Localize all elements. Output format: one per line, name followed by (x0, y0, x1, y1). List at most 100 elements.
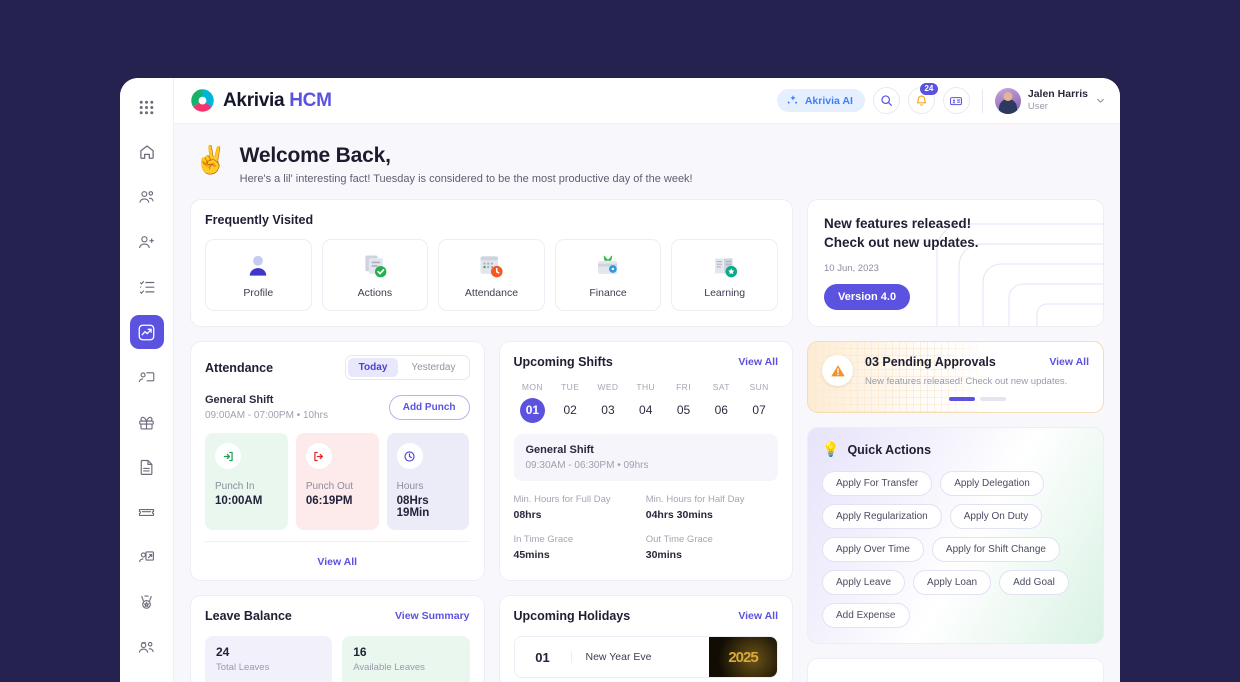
upcoming-holidays-header: Upcoming Holidays View All (514, 609, 779, 623)
fv-item-attendance[interactable]: Attendance (438, 239, 545, 311)
stat-key: In Time Grace (513, 534, 574, 545)
notifications-button[interactable]: 24 (907, 82, 939, 114)
holiday-thumbnail: 2025 (709, 637, 777, 677)
page-background: Akrivia HCM Akrivia AI 24 Jalen Harris U… (0, 0, 1240, 682)
attendance-shift-line: General Shift 09:00AM - 07:00PM • 10hrs … (205, 394, 470, 421)
chip-add-goal[interactable]: Add Goal (999, 570, 1069, 596)
chip-add-expense[interactable]: Add Expense (822, 603, 910, 629)
sidebar-item-training[interactable] (130, 360, 164, 394)
punch-out-tile[interactable]: Punch Out 06:19PM (295, 433, 379, 530)
attendance-shifts-row: Attendance Today Yesterday General Shift (190, 341, 793, 581)
sidebar-item-apps[interactable] (130, 90, 164, 124)
lightbulb-icon: 💡 (822, 441, 840, 458)
day-sun[interactable]: SUN 07 (740, 382, 778, 423)
search-button[interactable] (872, 87, 900, 114)
day-sat[interactable]: SAT 06 (702, 382, 740, 423)
sidebar-item-team[interactable] (130, 630, 164, 664)
stat-min-hours-full-day: Min. Hours for Full Day 08hrs (514, 494, 646, 521)
bell-icon (916, 95, 927, 106)
punch-label: Punch Out (305, 481, 354, 492)
attendance-title: Attendance (205, 360, 274, 375)
upcoming-holidays-view-all-link[interactable]: View All (738, 610, 778, 622)
dashboard-columns: Frequently Visited Profile Actions Atten… (190, 199, 1104, 682)
hours-tile[interactable]: Hours 08Hrs 19Min (386, 433, 470, 530)
news-version-button[interactable]: Version 4.0 (824, 284, 911, 311)
holiday-row[interactable]: 01 New Year Eve 2025 (513, 636, 778, 678)
fv-label: Finance (589, 286, 627, 299)
fv-label: Profile (243, 286, 274, 299)
quick-actions-chip-list: Apply For Transfer Apply Delegation Appl… (822, 471, 1089, 629)
user-menu[interactable]: Jalen Harris User (994, 87, 1106, 114)
attendance-shift-info: General Shift 09:00AM - 07:00PM • 10hrs (205, 394, 328, 421)
clock-icon (396, 443, 423, 469)
attendance-footer: View All (205, 541, 470, 570)
frequently-visited-title: Frequently Visited (205, 213, 314, 227)
pending-approvals-view-all-link[interactable]: View All (1049, 356, 1089, 368)
attendance-view-all-link[interactable]: View All (317, 556, 357, 568)
day-thu[interactable]: THU 04 (627, 382, 665, 423)
toggle-yesterday[interactable]: Yesterday (400, 358, 466, 377)
chip-apply-for-transfer[interactable]: Apply For Transfer (822, 471, 933, 497)
chip-apply-on-duty[interactable]: Apply On Duty (949, 504, 1043, 530)
day-fri[interactable]: FRI 05 (665, 382, 703, 423)
attendance-icon (477, 252, 505, 280)
chip-apply-over-time[interactable]: Apply Over Time (822, 537, 924, 563)
sidebar-item-separation[interactable] (130, 675, 164, 682)
topbar: Akrivia HCM Akrivia AI 24 Jalen Harris U… (174, 78, 1120, 124)
chevron-down-icon (1097, 98, 1104, 103)
selected-shift-time: 09:30AM - 06:30PM • 09hrs (525, 460, 649, 471)
carousel-dot-1[interactable] (948, 397, 975, 402)
day-number: 03 (601, 403, 615, 417)
fv-item-learning[interactable]: Learning (671, 239, 778, 311)
sidebar-item-tasks[interactable] (130, 270, 164, 304)
upcoming-shifts-title: Upcoming Shifts (513, 355, 613, 369)
chip-apply-loan[interactable]: Apply Loan (913, 570, 992, 596)
fv-item-finance[interactable]: Finance (554, 239, 662, 311)
carousel-dots (865, 397, 1089, 402)
learning-icon (711, 252, 739, 280)
sidebar-item-analytics[interactable] (129, 315, 164, 349)
pending-approvals-subtitle: New features released! Check out new upd… (865, 376, 1068, 388)
id-card-icon (950, 96, 963, 105)
sidebar-item-documents[interactable] (130, 450, 164, 484)
news-date: 10 Jun, 2023 (824, 263, 879, 275)
topbar-divider (981, 88, 983, 113)
frequently-visited-list: Profile Actions Attendance Finance Learn… (205, 239, 778, 311)
leave-holidays-row: Leave Balance View Summary 24 Total Leav… (190, 595, 793, 682)
day-tue[interactable]: TUE 02 (551, 382, 589, 423)
sidebar-item-recruitment[interactable] (130, 225, 164, 259)
punch-in-tile[interactable]: Punch In 10:00AM (205, 433, 288, 530)
sidebar-item-awards[interactable] (130, 585, 164, 619)
search-icon (881, 95, 892, 106)
akrivia-ai-button[interactable]: Akrivia AI (776, 89, 865, 112)
day-wed[interactable]: WED 03 (589, 382, 627, 423)
toggle-today[interactable]: Today (347, 358, 399, 377)
id-card-button[interactable] (942, 87, 970, 114)
sidebar-item-benefits[interactable] (130, 405, 164, 439)
sidebar-item-people[interactable] (130, 180, 164, 214)
leave-balance-view-summary-link[interactable]: View Summary (395, 610, 470, 622)
sidebar-item-transfers[interactable] (130, 540, 164, 574)
chip-apply-for-shift-change[interactable]: Apply for Shift Change (931, 537, 1060, 563)
stat-min-hours-half-day: Min. Hours for Half Day 04hrs 30mins (646, 494, 778, 521)
attendance-day-toggle[interactable]: Today Yesterday (344, 355, 470, 380)
upcoming-holidays-card: Upcoming Holidays View All 01 New Year E… (498, 595, 793, 682)
sidebar-item-tickets[interactable] (130, 495, 164, 529)
add-punch-button[interactable]: Add Punch (388, 395, 470, 420)
fv-item-actions[interactable]: Actions (321, 239, 429, 311)
day-mon[interactable]: MON 01 (514, 382, 552, 423)
chip-apply-delegation[interactable]: Apply Delegation (940, 471, 1044, 497)
sidebar-item-home[interactable] (130, 135, 164, 169)
fv-item-profile[interactable]: Profile (205, 239, 312, 311)
upcoming-shifts-view-all-link[interactable]: View All (738, 356, 778, 368)
quick-actions-title: Quick Actions (847, 442, 932, 457)
day-number: 02 (563, 403, 577, 417)
day-number: 07 (752, 403, 766, 417)
leave-available-box: 16 Available Leaves (342, 636, 470, 682)
sparkle-icon (786, 95, 797, 105)
chip-apply-leave[interactable]: Apply Leave (822, 570, 906, 596)
carousel-dot-2[interactable] (979, 397, 1006, 402)
chip-apply-regularization[interactable]: Apply Regularization (822, 504, 942, 530)
news-card: New features released! Check out new upd… (807, 199, 1104, 328)
brand-logo[interactable]: Akrivia HCM (190, 88, 332, 113)
